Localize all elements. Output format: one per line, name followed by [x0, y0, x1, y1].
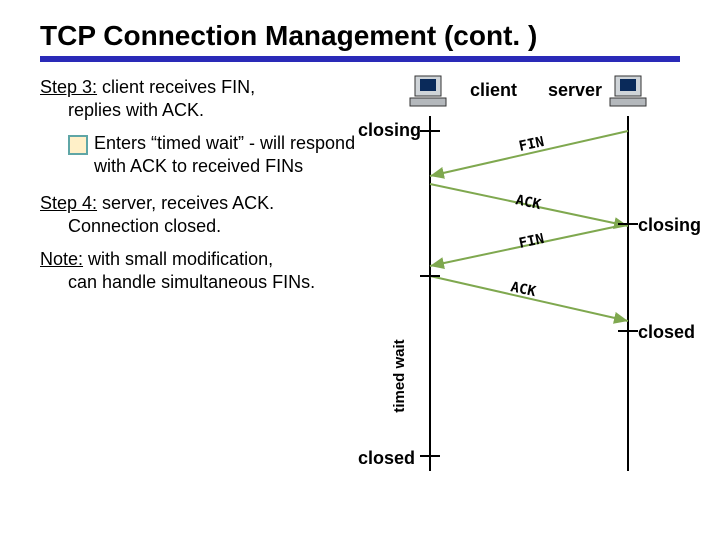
msg-ack1: ACK	[514, 192, 543, 213]
state-client-closed: closed	[358, 448, 415, 468]
server-label: server	[548, 80, 602, 100]
msg-fin2: FIN	[518, 231, 546, 252]
state-server-closing: closing	[638, 215, 701, 235]
title-underline	[40, 56, 680, 62]
state-server-closed: closed	[638, 322, 695, 342]
step4-text1: server, receives ACK.	[97, 193, 274, 213]
msg-fin1: FIN	[518, 134, 546, 155]
client-icon	[410, 76, 446, 106]
step4-text2: Connection closed.	[40, 216, 221, 236]
slide-title: TCP Connection Management (cont. )	[40, 20, 690, 52]
explanation-text: Step 3: client receives FIN, replies wit…	[40, 76, 370, 491]
sequence-diagram: client server FIN closing ACK FIN	[370, 76, 690, 486]
note-text1: with small modification,	[83, 249, 273, 269]
bullet-icon	[68, 135, 88, 155]
step4-label: Step 4:	[40, 193, 97, 213]
note-label: Note:	[40, 249, 83, 269]
step3-bullet: Enters “timed wait” - will respond with …	[94, 132, 370, 178]
timed-wait-label: timed wait	[391, 339, 408, 412]
step3-text2: replies with ACK.	[40, 100, 204, 120]
server-icon	[610, 76, 646, 106]
step3-text1: client receives FIN,	[97, 77, 255, 97]
note-text2: can handle simultaneous FINs.	[40, 272, 315, 292]
step3-label: Step 3:	[40, 77, 97, 97]
msg-ack2: ACK	[509, 279, 538, 300]
state-client-closing: closing	[358, 120, 421, 140]
client-label: client	[470, 80, 517, 100]
